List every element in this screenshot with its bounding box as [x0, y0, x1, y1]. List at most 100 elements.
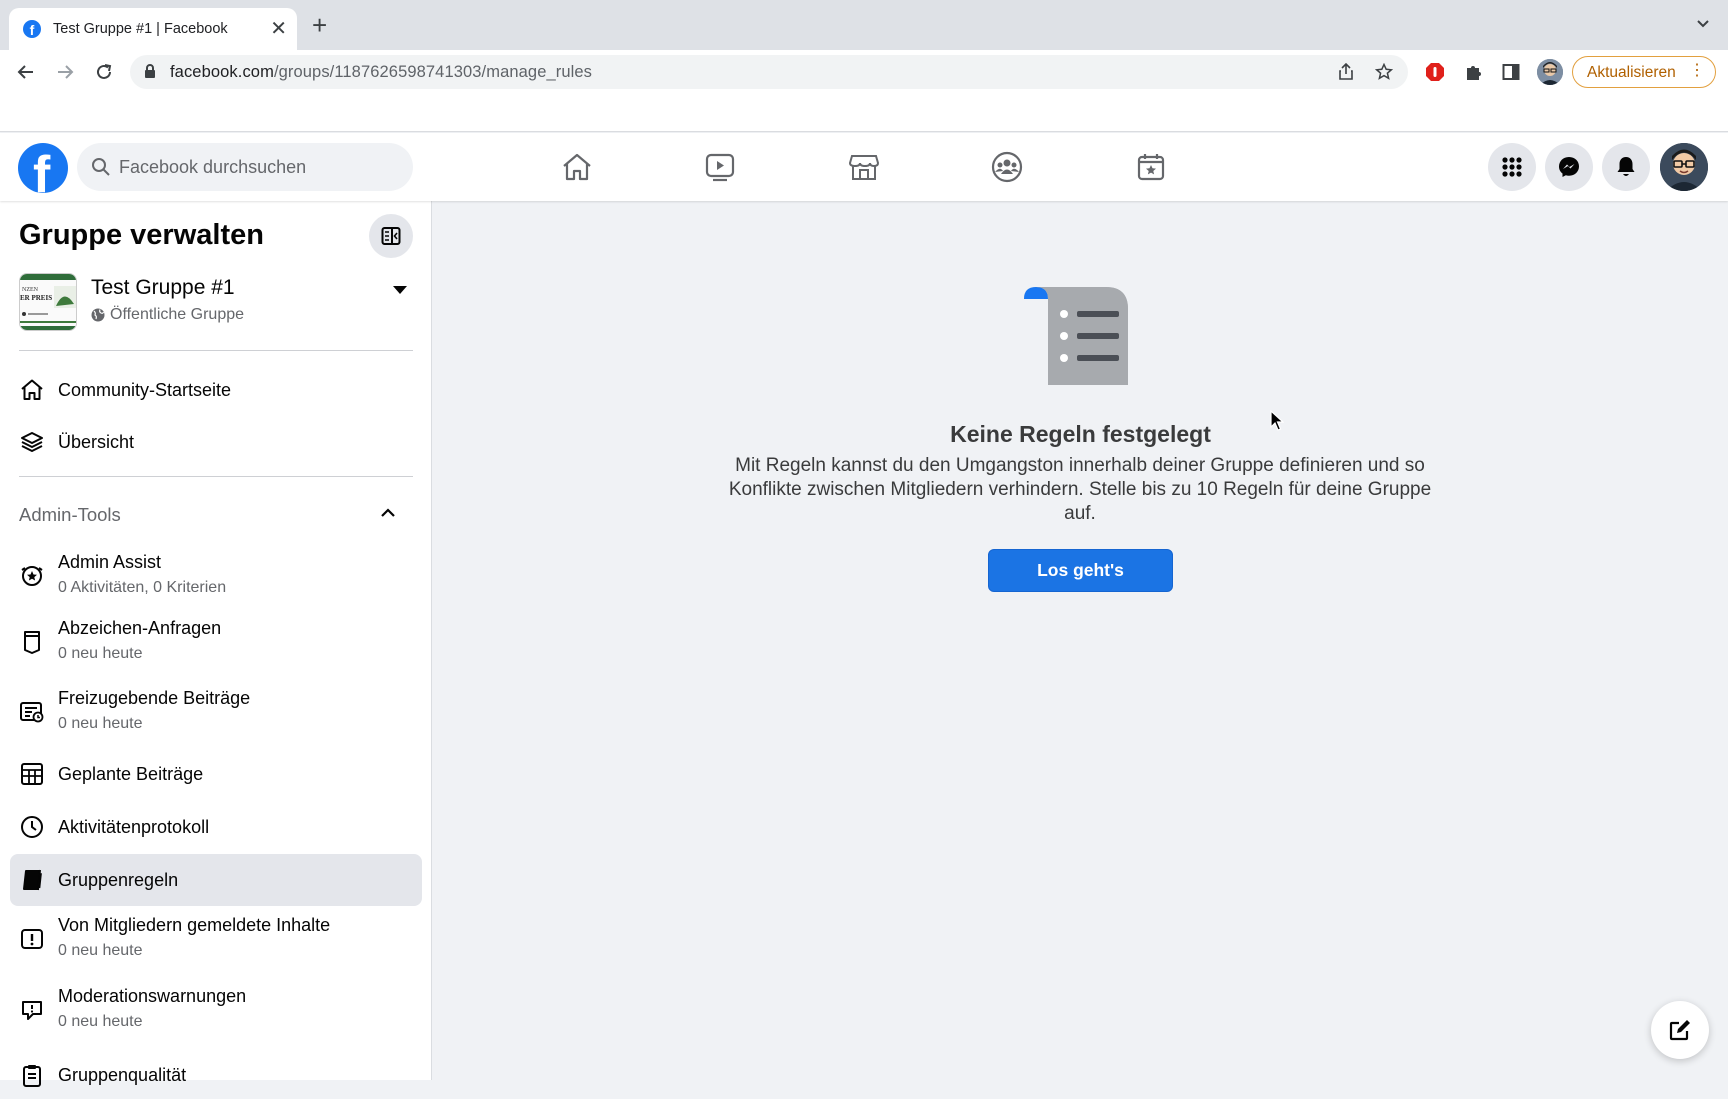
facebook-header: f [0, 133, 1728, 201]
sidebar-divider [19, 476, 413, 477]
sidebar-item-label: Moderationswarnungen [58, 986, 247, 1006]
group-name[interactable]: Test Gruppe #1 [91, 276, 235, 300]
url-path: /groups/1187626598741303/manage_rules [273, 63, 593, 81]
share-icon[interactable] [1338, 62, 1354, 86]
sidebar-item-sublabel: 0 neu heute [58, 942, 143, 959]
groups-icon[interactable] [987, 147, 1027, 187]
globe-icon [91, 308, 105, 322]
sidebar-divider [19, 350, 413, 351]
sidebar-item-moderation-alerts[interactable]: Moderationswarnungen 0 neu heute [10, 979, 422, 1041]
home-icon[interactable] [557, 147, 597, 187]
new-tab-button[interactable]: + [312, 12, 327, 38]
back-icon[interactable] [14, 60, 38, 84]
bookmark-star-icon[interactable] [1374, 62, 1394, 86]
group-cover-thumbnail[interactable]: NZEN ER PREIS [19, 273, 77, 331]
browser-tabstrip: f Test Gruppe #1 | Facebook ✕ + [0, 0, 1728, 50]
svg-text:ER PREIS: ER PREIS [20, 294, 52, 302]
manage-group-sidebar: Gruppe verwalten NZEN ER PREIS Test Grupp… [0, 201, 432, 1087]
mouse-cursor-icon [1270, 409, 1285, 437]
url-text: facebook.com/groups/1187626598741303/man… [170, 63, 592, 82]
sidebar-item-label: Von Mitgliedern gemeldete Inhalte [58, 915, 331, 935]
sidebar-item-scheduled-posts[interactable]: Geplante Beiträge [10, 749, 422, 799]
new-message-button[interactable] [1651, 1001, 1709, 1059]
chevron-up-icon[interactable] [380, 505, 396, 523]
get-started-button[interactable]: Los geht's [988, 549, 1173, 592]
facebook-search[interactable] [77, 143, 413, 191]
bookmarks-bar [0, 94, 1728, 132]
sidebar-item-sublabel: 0 Aktivitäten, 0 Kriterien [58, 579, 227, 596]
sidebar-item-sublabel: 0 neu heute [58, 1013, 143, 1030]
sidebar-item-label: Geplante Beiträge [58, 764, 204, 784]
sidebar-item-group-quality[interactable]: Gruppenqualität [10, 1049, 422, 1099]
svg-text:NZEN: NZEN [22, 287, 39, 293]
facebook-logo-icon[interactable]: f [18, 143, 68, 193]
badge-icon [18, 628, 46, 656]
group-privacy: Öffentliche Gruppe [91, 306, 244, 324]
tab-close-icon[interactable]: ✕ [270, 16, 287, 41]
sidebar-item-activity-log[interactable]: Aktivitätenprotokoll [10, 802, 422, 852]
sidebar-item-overview[interactable]: Übersicht [10, 417, 422, 467]
url-domain: facebook.com [170, 63, 274, 81]
sidebar-item-community-home[interactable]: Community-Startseite [10, 365, 422, 415]
sidebar-item-label: Abzeichen-Anfragen [58, 618, 222, 638]
lock-icon[interactable] [144, 64, 156, 84]
empty-state-description: Mit Regeln kannst du den Umgangston inne… [728, 455, 1432, 524]
tab-search-chevron-icon[interactable] [1696, 16, 1710, 34]
extensions-puzzle-icon[interactable] [1461, 60, 1485, 84]
admin-tools-heading[interactable]: Admin-Tools [19, 504, 121, 526]
rules-document-illustration-icon [1022, 283, 1132, 392]
group-privacy-label: Öffentliche Gruppe [110, 306, 245, 323]
browser-toolbar: facebook.com/groups/1187626598741303/man… [0, 50, 1728, 94]
facebook-favicon-icon: f [23, 20, 41, 38]
video-icon[interactable] [700, 147, 740, 187]
layers-icon [18, 428, 46, 456]
address-bar[interactable]: facebook.com/groups/1187626598741303/man… [130, 55, 1408, 89]
sidebar-item-label: Freizugebende Beiträge [58, 688, 251, 708]
sidebar-title: Gruppe verwalten [19, 219, 264, 251]
sidebar-item-label: Community-Startseite [58, 380, 232, 400]
reload-icon[interactable] [92, 60, 116, 84]
sidebar-item-group-rules[interactable]: Gruppenregeln [10, 854, 422, 906]
sidebar-item-label: Übersicht [58, 432, 135, 452]
report-alert-icon [18, 925, 46, 953]
moderation-alert-icon [18, 996, 46, 1024]
marketplace-icon[interactable] [844, 147, 884, 187]
rules-book-icon [18, 866, 46, 894]
collapse-sidebar-icon[interactable] [369, 214, 413, 258]
sidebar-item-label: Admin Assist [58, 552, 162, 572]
main-content: Keine Regeln festgelegt Mit Regeln kanns… [433, 201, 1728, 1080]
forward-icon[interactable] [53, 60, 77, 84]
search-input[interactable] [119, 143, 399, 191]
account-avatar[interactable] [1660, 143, 1708, 191]
empty-state-title: Keine Regeln festgelegt [950, 421, 1211, 447]
chrome-menu-icon[interactable]: ⋮ [1689, 63, 1705, 79]
compose-icon [1669, 1020, 1690, 1041]
sidebar-item-pending-posts[interactable]: Freizugebende Beiträge 0 neu heute [10, 681, 422, 743]
messenger-icon[interactable] [1545, 143, 1593, 191]
menu-grid-icon[interactable] [1488, 143, 1536, 191]
sidebar-item-sublabel: 0 neu heute [58, 645, 143, 662]
side-panel-icon[interactable] [1499, 60, 1523, 84]
search-icon [91, 157, 111, 182]
sidebar-item-label: Aktivitätenprotokoll [58, 817, 210, 837]
sidebar-item-badge-requests[interactable]: Abzeichen-Anfragen 0 neu heute [10, 611, 422, 673]
calendar-grid-icon [18, 760, 46, 788]
adblock-extension-icon[interactable] [1423, 60, 1447, 84]
sidebar-item-admin-assist[interactable]: Admin Assist 0 Aktivitäten, 0 Kriterien [10, 545, 422, 607]
pending-posts-icon [18, 698, 46, 726]
gaming-icon[interactable] [1131, 147, 1171, 187]
tab-title: Test Gruppe #1 | Facebook [53, 21, 228, 37]
sidebar-item-member-reported-content[interactable]: Von Mitgliedern gemeldete Inhalte 0 neu … [10, 908, 422, 970]
chrome-update-button[interactable]: Aktualisieren ⋮ [1572, 56, 1716, 88]
sidebar-item-label: Gruppenqualität [58, 1065, 187, 1085]
sidebar-item-sublabel: 0 neu heute [58, 715, 143, 732]
notifications-bell-icon[interactable] [1602, 143, 1650, 191]
clock-icon [18, 813, 46, 841]
admin-assist-icon [18, 562, 46, 590]
browser-tab[interactable]: f Test Gruppe #1 | Facebook ✕ [9, 8, 297, 50]
logo-letter: f [33, 146, 51, 193]
sidebar-item-label: Gruppenregeln [58, 870, 179, 890]
clipboard-icon [18, 1061, 46, 1089]
group-switcher-caret-icon[interactable] [392, 283, 408, 301]
profile-avatar[interactable] [1537, 59, 1563, 85]
